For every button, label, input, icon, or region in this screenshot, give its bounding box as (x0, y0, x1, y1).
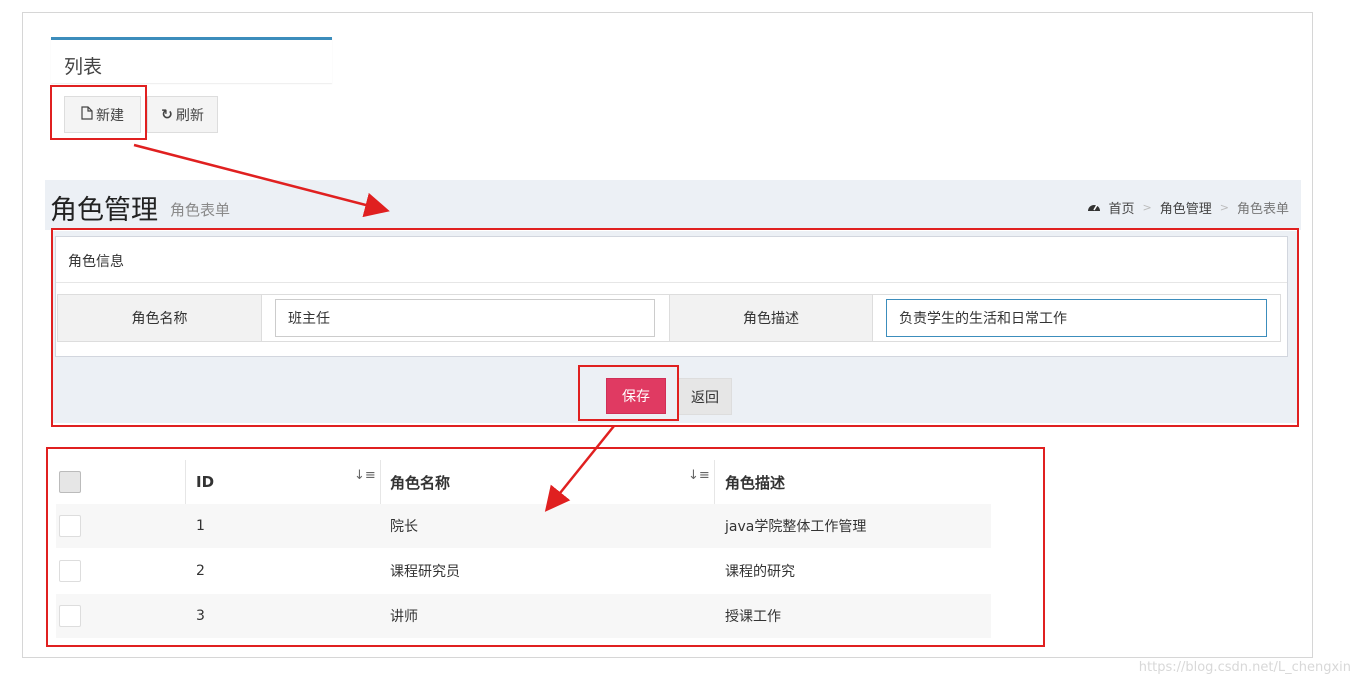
annotation-arrows (133, 143, 615, 512)
watermark: https://blog.csdn.net/L_chengxin (1138, 660, 1351, 675)
arrow-to-table (544, 425, 615, 512)
arrow-to-form (133, 143, 390, 218)
